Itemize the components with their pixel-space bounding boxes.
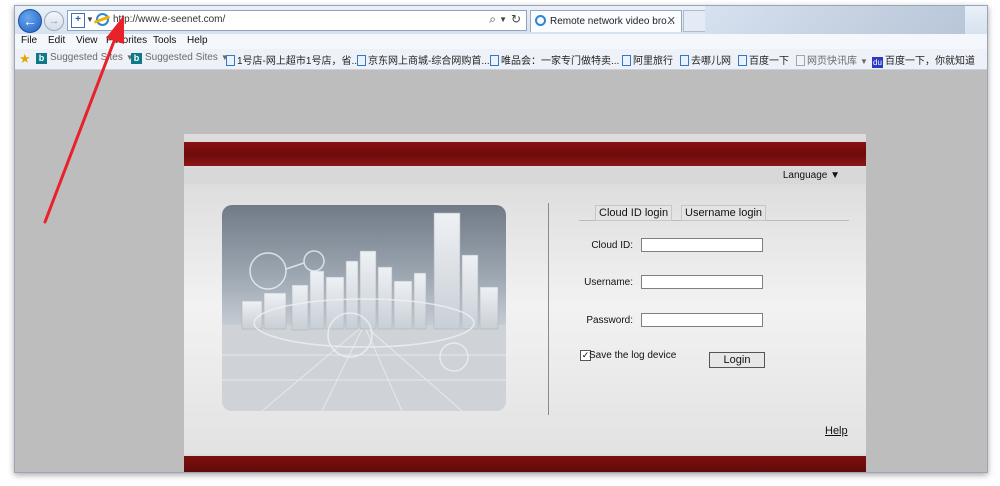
password-field[interactable] (641, 313, 763, 327)
favorite-item[interactable]: du 百度一下，你就知道 (872, 52, 975, 68)
favorite-label: 阿里旅行 (633, 56, 673, 67)
favorite-item[interactable]: 去哪儿网 (680, 52, 731, 67)
login-panel: Language ▼ Cloud ID login Username login… (184, 134, 866, 472)
help-link[interactable]: Help (825, 425, 848, 437)
page-icon (490, 55, 499, 66)
star-icon[interactable]: ★ (19, 51, 31, 67)
footer-banner (184, 456, 866, 472)
favorite-item[interactable]: b Suggested Sites ▼ (36, 52, 134, 64)
divider (548, 203, 549, 415)
tab-username-login[interactable]: Username login (681, 205, 767, 221)
language-bar: Language ▼ (184, 168, 866, 184)
search-icon[interactable]: ⌕ (489, 12, 496, 27)
favorite-item[interactable]: 百度一下 (738, 52, 789, 67)
login-body: Cloud ID login Username login Cloud ID: … (184, 185, 866, 454)
window-background (705, 6, 965, 34)
menu-tools[interactable]: Tools (153, 35, 176, 46)
compatibility-view-icon[interactable]: + (71, 13, 85, 28)
menu-edit[interactable]: Edit (48, 35, 65, 46)
favorite-item[interactable]: b Suggested Sites ▼ (131, 52, 229, 64)
ie-icon (96, 13, 109, 26)
browser-tab[interactable]: Remote network video bro... ✕ (530, 10, 682, 32)
baidu-icon: du (872, 57, 883, 68)
favorite-item[interactable]: 阿里旅行 (622, 52, 673, 67)
save-device-label: Save the log device (589, 350, 677, 361)
new-tab-button[interactable] (683, 10, 707, 32)
city-illustration (222, 205, 506, 411)
page-icon (357, 55, 366, 66)
favorite-label: 唯品会：一家专门做特卖... (501, 56, 620, 67)
bing-icon: b (131, 53, 142, 64)
menu-bar: File Edit View Favorites Tools Help (15, 34, 987, 49)
tab-cloud-id-login[interactable]: Cloud ID login (595, 205, 673, 221)
chevron-down-icon[interactable]: ▼ (86, 15, 94, 24)
username-field[interactable] (641, 275, 763, 289)
favorite-label: 去哪儿网 (691, 56, 731, 67)
favorite-label: Suggested Sites (50, 52, 123, 63)
menu-help[interactable]: Help (187, 35, 208, 46)
language-selector[interactable]: Language ▼ (783, 170, 840, 181)
page-icon (796, 55, 805, 66)
favorite-label: 网页快讯库 (807, 56, 857, 67)
navigation-bar: ← → + ▼ http://www.e-seenet.com/ ⌕ ▼ ↻ R… (15, 6, 987, 35)
menu-view[interactable]: View (76, 35, 98, 46)
login-tabs: Cloud ID login Username login (579, 205, 849, 221)
login-button[interactable]: Login (709, 352, 765, 368)
browser-window: ← → + ▼ http://www.e-seenet.com/ ⌕ ▼ ↻ R… (14, 5, 988, 473)
password-label: Password: (586, 315, 633, 326)
page-icon (738, 55, 747, 66)
tab-title: Remote network video bro... (550, 16, 676, 27)
refresh-icon[interactable]: ↻ (511, 12, 521, 26)
page-icon (226, 55, 235, 66)
bing-icon: b (36, 53, 47, 64)
page-icon (680, 55, 689, 66)
back-button[interactable]: ← (18, 9, 42, 33)
menu-favorites[interactable]: Favorites (106, 35, 147, 46)
cloud-id-field[interactable] (641, 238, 763, 252)
close-icon[interactable]: ✕ (667, 14, 676, 27)
header-banner (184, 142, 866, 166)
cloud-id-label: Cloud ID: (591, 240, 633, 251)
favorite-item[interactable]: 1号店-网上超市1号店，省... (226, 52, 360, 67)
favorite-label: Suggested Sites (145, 52, 218, 63)
address-bar[interactable]: + ▼ http://www.e-seenet.com/ ⌕ ▼ ↻ (67, 10, 527, 31)
favorite-label: 京东网上商城-综合网购首... (368, 56, 490, 67)
menu-file[interactable]: File (21, 35, 37, 46)
page-content: Language ▼ Cloud ID login Username login… (15, 70, 987, 472)
favorite-label: 百度一下 (749, 56, 789, 67)
chevron-down-icon: ▼ (860, 57, 868, 66)
favorite-label: 1号店-网上超市1号店，省... (237, 56, 360, 67)
forward-button[interactable]: → (44, 11, 64, 31)
favorite-item[interactable]: 网页快讯库 ▼ (796, 52, 868, 67)
favorites-bar: ★ b Suggested Sites ▼ b Suggested Sites ▼ 1号… (15, 49, 987, 70)
username-label: Username: (584, 277, 633, 288)
address-dropdown-icon[interactable]: ▼ (499, 15, 507, 24)
favorite-item[interactable]: 唯品会：一家专门做特卖... (490, 52, 619, 67)
page-icon (622, 55, 631, 66)
favorite-label: 百度一下，你就知道 (885, 56, 975, 67)
favorite-item[interactable]: 京东网上商城-综合网购首... (357, 52, 490, 67)
ie-icon (535, 15, 546, 26)
url-text[interactable]: http://www.e-seenet.com/ (113, 14, 225, 25)
city-skyline-image (222, 212, 506, 411)
